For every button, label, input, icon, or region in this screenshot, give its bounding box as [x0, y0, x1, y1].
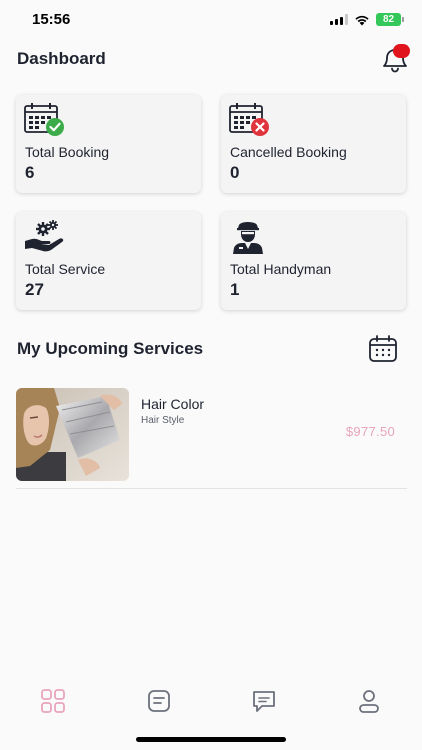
profile-icon[interactable] — [356, 688, 382, 714]
stat-value: 6 — [25, 163, 35, 182]
stat-value: 1 — [230, 280, 240, 299]
stat-card-total-booking[interactable]: Total Booking 6 — [16, 95, 201, 193]
stat-card-total-service[interactable]: Total Service 27 — [16, 212, 201, 310]
service-name: Hair Color — [141, 396, 205, 412]
battery-level: 82 — [376, 13, 401, 26]
upcoming-service-item[interactable]: Hair Color Hair Style $977.50 — [16, 387, 407, 489]
bookings-list-icon[interactable] — [146, 688, 172, 714]
wifi-icon — [355, 15, 369, 25]
service-price: $977.50 — [345, 424, 395, 439]
chat-icon[interactable] — [251, 688, 277, 714]
service-hand-gears-icon — [25, 220, 64, 252]
page-title: Dashboard — [17, 49, 106, 68]
battery-icon: 82 — [376, 13, 404, 26]
stat-value: 27 — [25, 280, 44, 299]
status-bar: 15:56 82 — [0, 0, 422, 40]
cellular-signal-icon — [330, 14, 348, 25]
stat-label: Total Handyman — [230, 261, 332, 277]
status-time: 15:56 — [32, 11, 71, 28]
handyman-icon — [233, 222, 263, 254]
service-thumbnail — [16, 388, 129, 481]
bottom-nav — [0, 684, 422, 720]
stat-label: Cancelled Booking — [230, 144, 347, 160]
status-icons: 82 — [330, 13, 404, 26]
notification-badge — [393, 44, 410, 58]
calendar-check-icon — [24, 103, 64, 136]
calendar-cancel-icon — [229, 103, 269, 136]
stat-label: Total Service — [25, 261, 106, 277]
stat-label: Total Booking — [25, 144, 110, 160]
stat-card-cancelled-booking[interactable]: Cancelled Booking 0 — [221, 95, 406, 193]
section-title-upcoming: My Upcoming Services — [17, 339, 204, 358]
calendar-icon[interactable] — [367, 335, 399, 363]
home-indicator — [136, 737, 286, 742]
stat-value: 0 — [230, 163, 240, 182]
dashboard-grid-icon[interactable] — [40, 688, 66, 714]
service-category: Hair Style — [141, 415, 185, 426]
stat-card-total-handyman[interactable]: Total Handyman 1 — [221, 212, 406, 310]
